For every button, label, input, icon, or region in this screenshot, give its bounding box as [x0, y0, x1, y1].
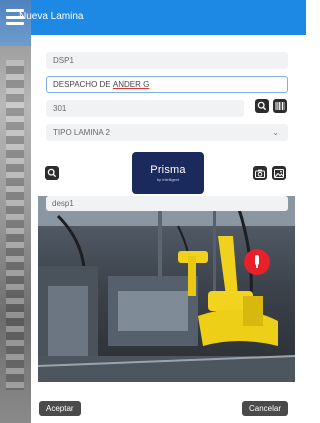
prisma-logo: Prisma by Intelligent [132, 152, 204, 194]
dialog-header: Nueva Lamina [6, 0, 306, 35]
description-field[interactable]: DESPACHO DE ANDER G [46, 76, 288, 93]
photo-caption-field[interactable]: desp1 [46, 196, 288, 211]
scrollbar[interactable] [306, 0, 311, 423]
accept-button[interactable]: Aceptar [39, 401, 81, 416]
image-icon[interactable] [272, 166, 286, 180]
search-icon[interactable] [45, 166, 59, 180]
description-spellcheck-word: ANDER G [112, 80, 150, 89]
barcode-icon[interactable] [273, 99, 287, 113]
number-field[interactable]: 301 [46, 100, 244, 117]
new-lamina-dialog: Nueva Lamina DSP1 DESPACHO DE ANDER G 30… [6, 0, 306, 423]
lamina-type-value: TIPO LAMINA 2 [53, 128, 110, 137]
description-prefix: DESPACHO DE [53, 80, 113, 89]
lamina-type-select[interactable]: TIPO LAMINA 2 ⌄ [46, 124, 288, 141]
code-value: DSP1 [53, 56, 74, 65]
camera-icon[interactable] [253, 166, 267, 180]
logo-name: Prisma [150, 164, 186, 176]
background-photo-strip [0, 0, 31, 423]
logo-subtitle: by Intelligent [156, 177, 180, 182]
chevron-down-icon: ⌄ [272, 128, 279, 137]
number-value: 301 [53, 104, 67, 113]
lamina-photo [38, 196, 295, 382]
code-field[interactable]: DSP1 [46, 52, 288, 69]
search-icon[interactable] [255, 99, 269, 113]
cancel-button[interactable]: Cancelar [242, 401, 289, 416]
dialog-title: Nueva Lamina [19, 11, 84, 22]
photo-caption-value: desp1 [52, 199, 74, 208]
